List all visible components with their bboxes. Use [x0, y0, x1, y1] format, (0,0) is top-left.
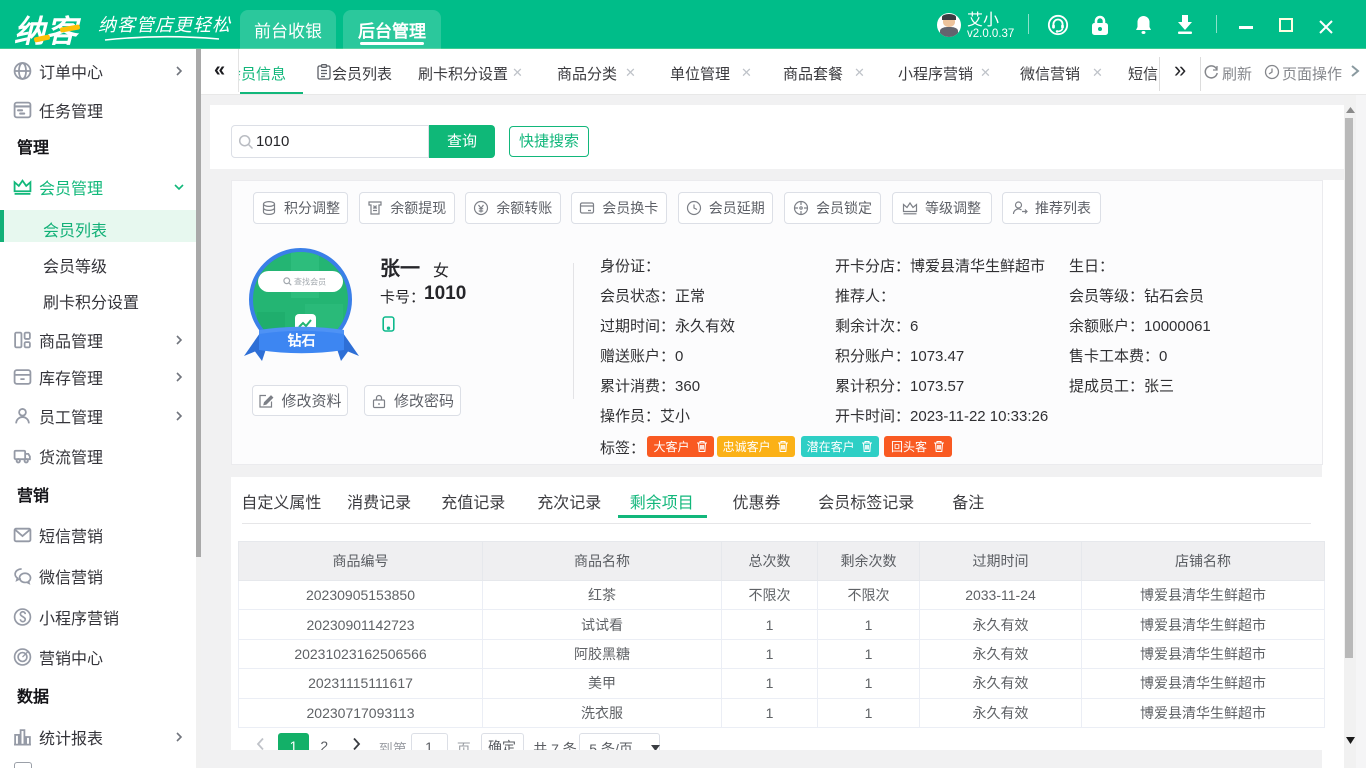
svg-text:钻石: 钻石	[288, 333, 316, 349]
